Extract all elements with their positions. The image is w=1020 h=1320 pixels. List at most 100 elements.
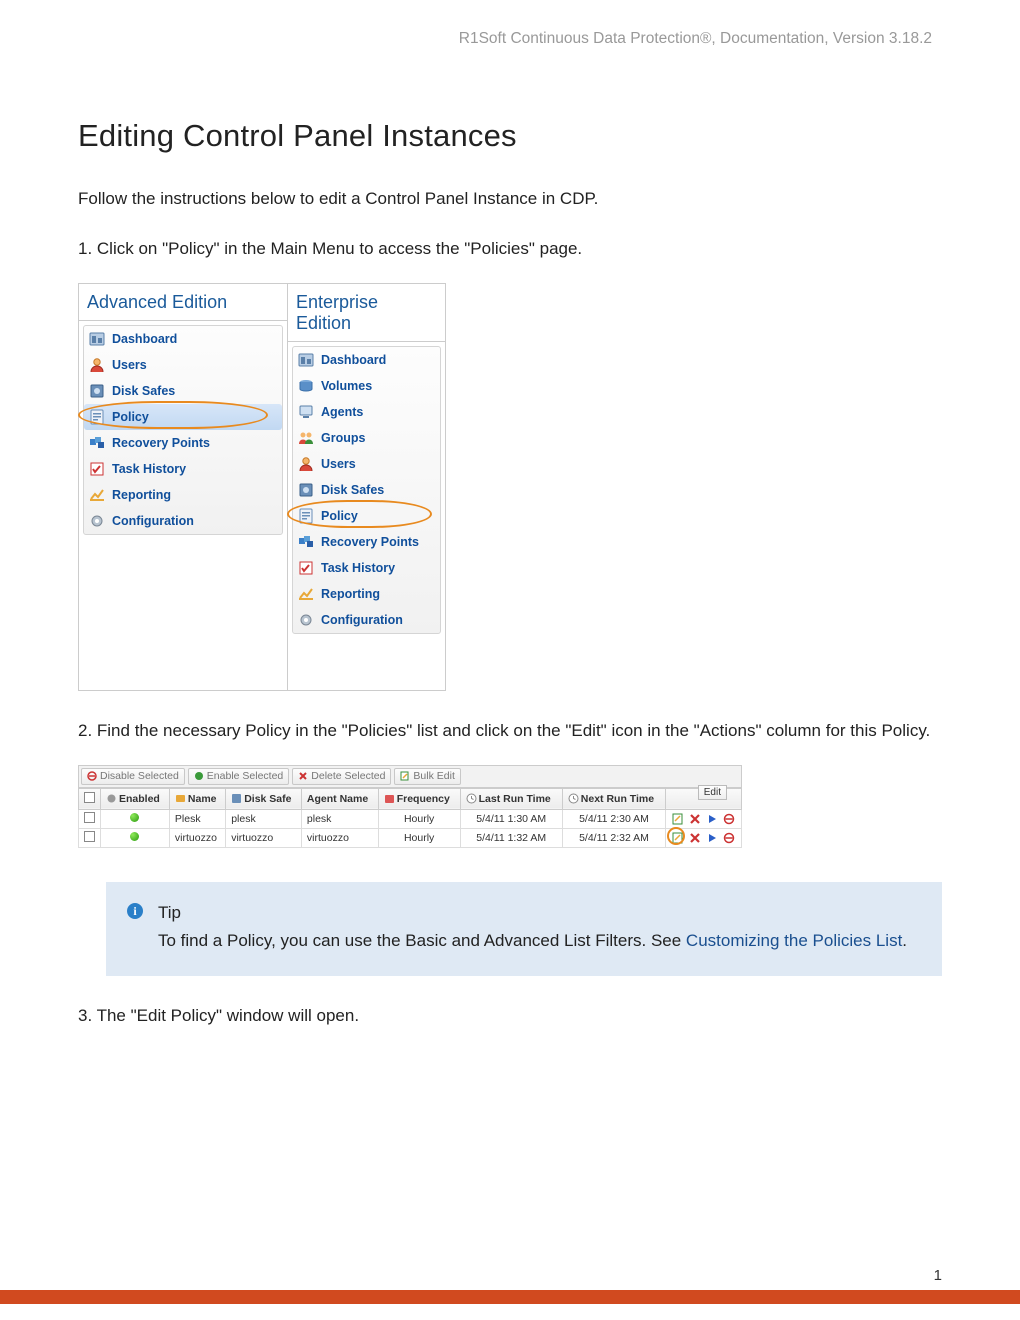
- menu-item-groups[interactable]: Groups: [293, 425, 440, 451]
- policies-screenshot: Disable Selected Enable Selected Delete …: [78, 765, 742, 848]
- menu-label: Dashboard: [321, 353, 386, 367]
- delete-icon: [298, 771, 308, 781]
- col-disksafe[interactable]: Disk Safe: [226, 788, 302, 809]
- checkbox-icon[interactable]: [84, 792, 95, 803]
- task-history-icon: [297, 559, 315, 577]
- user-icon: [297, 455, 315, 473]
- name-header-icon: [175, 793, 186, 804]
- menu-label: Task History: [321, 561, 395, 575]
- doc-header: R1Soft Continuous Data Protection®, Docu…: [78, 30, 942, 48]
- cell-name: Plesk: [169, 809, 225, 828]
- menu-label: Task History: [112, 462, 186, 476]
- edit-action-icon[interactable]: [672, 813, 684, 825]
- tip-link[interactable]: Customizing the Policies List: [686, 931, 902, 950]
- col-frequency[interactable]: Frequency: [378, 788, 460, 809]
- menu-item-dashboard[interactable]: Dashboard: [84, 326, 282, 352]
- cell-agent: virtuozzo: [301, 828, 378, 847]
- enterprise-edition-header: Enterprise Edition: [288, 284, 445, 342]
- enabled-dot-icon: [130, 832, 139, 841]
- step-2-text: 2. Find the necessary Policy in the "Pol…: [78, 719, 942, 743]
- menu-label: Groups: [321, 431, 365, 445]
- highlight-circle-icon: [78, 401, 268, 429]
- menu-label: Agents: [321, 405, 363, 419]
- button-label: Disable Selected: [100, 770, 179, 782]
- delete-selected-button[interactable]: Delete Selected: [292, 768, 391, 785]
- recovery-points-icon: [297, 533, 315, 551]
- cell-last-run: 5/4/11 1:30 AM: [460, 809, 562, 828]
- clock-icon: [568, 793, 579, 804]
- disable-action-icon[interactable]: [723, 832, 735, 844]
- menu-label: Volumes: [321, 379, 372, 393]
- disable-action-icon[interactable]: [723, 813, 735, 825]
- page-title: Editing Control Panel Instances: [78, 118, 942, 154]
- col-label: Name: [188, 793, 217, 805]
- edit-action-icon[interactable]: [672, 832, 684, 844]
- volumes-icon: [297, 377, 315, 395]
- menu-item-users[interactable]: Users: [293, 451, 440, 477]
- menu-item-configuration[interactable]: Configuration: [293, 607, 440, 633]
- enable-selected-button[interactable]: Enable Selected: [188, 768, 289, 785]
- menu-item-volumes[interactable]: Volumes: [293, 373, 440, 399]
- menu-label: Reporting: [321, 587, 380, 601]
- delete-action-icon[interactable]: [689, 813, 701, 825]
- cell-last-run: 5/4/11 1:32 AM: [460, 828, 562, 847]
- edit-tooltip: Edit: [698, 785, 727, 800]
- tip-text: To find a Policy, you can use the Basic …: [158, 931, 686, 950]
- tip-callout: i Tip To find a Policy, you can use the …: [106, 882, 942, 976]
- col-last-run[interactable]: Last Run Time: [460, 788, 562, 809]
- dashboard-icon: [297, 351, 315, 369]
- enabled-header-icon: [106, 793, 117, 804]
- cell-enabled: [101, 828, 170, 847]
- reporting-icon: [88, 486, 106, 504]
- col-enabled[interactable]: Enabled: [101, 788, 170, 809]
- policy-icon: [297, 507, 315, 525]
- menu-item-dashboard[interactable]: Dashboard: [293, 347, 440, 373]
- menu-item-agents[interactable]: Agents: [293, 399, 440, 425]
- menu-item-task-history[interactable]: Task History: [293, 555, 440, 581]
- gear-icon: [297, 611, 315, 629]
- menu-label: Users: [112, 358, 147, 372]
- menu-item-reporting[interactable]: Reporting: [293, 581, 440, 607]
- bulk-edit-button[interactable]: Bulk Edit: [394, 768, 460, 785]
- menu-label: Disk Safes: [112, 384, 175, 398]
- menu-item-users[interactable]: Users: [84, 352, 282, 378]
- menu-label: Configuration: [112, 514, 194, 528]
- menu-label: Policy: [321, 509, 358, 523]
- button-label: Bulk Edit: [413, 770, 454, 782]
- cell-next-run: 5/4/11 2:32 AM: [562, 828, 665, 847]
- disksafe-header-icon: [231, 793, 242, 804]
- menu-item-configuration[interactable]: Configuration: [84, 508, 282, 534]
- tip-text-after: .: [902, 931, 907, 950]
- disable-selected-button[interactable]: Disable Selected: [81, 768, 185, 785]
- delete-action-icon[interactable]: [689, 832, 701, 844]
- menu-item-task-history[interactable]: Task History: [84, 456, 282, 482]
- menu-label: Recovery Points: [112, 436, 210, 450]
- cell-name: virtuozzo: [169, 828, 225, 847]
- run-action-icon[interactable]: [706, 832, 718, 844]
- row-checkbox[interactable]: [84, 812, 95, 823]
- task-history-icon: [88, 460, 106, 478]
- run-action-icon[interactable]: [706, 813, 718, 825]
- menu-item-recovery-points[interactable]: Recovery Points: [293, 529, 440, 555]
- advanced-edition-header: Advanced Edition: [79, 284, 287, 321]
- menu-item-disk-safes[interactable]: Disk Safes: [84, 378, 282, 404]
- disk-safe-icon: [88, 382, 106, 400]
- menu-item-recovery-points[interactable]: Recovery Points: [84, 430, 282, 456]
- cell-disksafe: plesk: [226, 809, 302, 828]
- row-checkbox[interactable]: [84, 831, 95, 842]
- intro-text: Follow the instructions below to edit a …: [78, 189, 942, 209]
- col-checkbox: [79, 788, 101, 809]
- page-number: 1: [934, 1267, 942, 1284]
- disable-icon: [87, 771, 97, 781]
- cell-frequency: Hourly: [378, 828, 460, 847]
- menu-item-disk-safes[interactable]: Disk Safes: [293, 477, 440, 503]
- menu-item-policy[interactable]: Policy: [293, 503, 440, 529]
- col-next-run[interactable]: Next Run Time: [562, 788, 665, 809]
- col-name[interactable]: Name: [169, 788, 225, 809]
- groups-icon: [297, 429, 315, 447]
- menu-item-reporting[interactable]: Reporting: [84, 482, 282, 508]
- step-3-text: 3. The "Edit Policy" window will open.: [78, 1004, 942, 1028]
- table-header-row: Enabled Name Disk Safe Agent Name Freque…: [79, 788, 742, 809]
- menu-item-policy[interactable]: Policy: [84, 404, 282, 430]
- col-agent[interactable]: Agent Name: [301, 788, 378, 809]
